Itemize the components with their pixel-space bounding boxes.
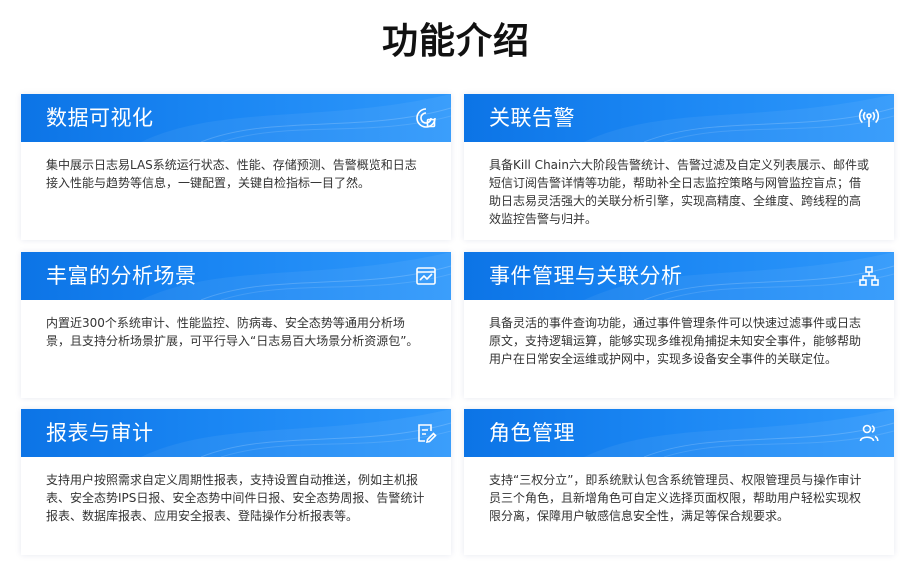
card-title: 数据可视化: [46, 106, 154, 130]
feature-card-data-visualization: 数据可视化 集中展示日志易LAS系统运行状态、性能、存储预测、告警概览和日志接入…: [21, 94, 451, 240]
card-title: 事件管理与关联分析: [489, 264, 683, 288]
feature-card-event-management: 事件管理与关联分析 具备灵活的事件查询功能，通过事件管理条件可以快速过滤事件或日…: [464, 252, 894, 398]
feature-card-analysis-scenarios: 丰富的分析场景 内置近300个系统审计、性能监控、防病毒、安全态势等通用分析场景…: [21, 252, 451, 398]
card-description: 支持用户按照需求自定义周期性报表，支持设置自动推送，例如主机报表、安全态势IPS…: [46, 473, 425, 523]
card-header: 报表与审计: [21, 409, 451, 457]
card-header: 角色管理: [464, 409, 894, 457]
feature-card-reports-audit: 报表与审计 支持用户按照需求自定义周期性报表，支持设置自动推送，例如主机报表、安…: [21, 409, 451, 555]
broadcast-icon: [858, 107, 880, 129]
feature-card-correlated-alerts: 关联告警 具备Kill Chain六大阶段告警统计、告警过滤及自定义列表展示、邮…: [464, 94, 894, 240]
chart-gauge-icon: [415, 107, 437, 129]
users-icon: [858, 422, 880, 444]
card-header: 丰富的分析场景: [21, 252, 451, 300]
feature-card-role-management: 角色管理 支持“三权分立”，即系统默认包含系统管理员、权限管理员与操作审计员三个…: [464, 409, 894, 555]
feature-page: 功能介绍 数据可视化 集中展示日志易LAS系统运行状态、性能、存储预测、告警概览…: [0, 0, 912, 569]
card-header: 关联告警: [464, 94, 894, 142]
card-title: 丰富的分析场景: [46, 264, 197, 288]
card-description: 支持“三权分立”，即系统默认包含系统管理员、权限管理员与操作审计员三个角色，且新…: [489, 473, 862, 523]
card-header: 数据可视化: [21, 94, 451, 142]
card-description: 集中展示日志易LAS系统运行状态、性能、存储预测、告警概览和日志接入性能与趋势等…: [46, 158, 417, 190]
card-description: 内置近300个系统审计、性能监控、防病毒、安全态势等通用分析场景，且支持分析场景…: [46, 316, 419, 348]
card-description: 具备灵活的事件查询功能，通过事件管理条件可以快速过滤事件或日志原文，支持逻辑运算…: [489, 316, 862, 366]
document-edit-icon: [415, 422, 437, 444]
trend-window-icon: [415, 265, 437, 287]
hierarchy-icon: [858, 265, 880, 287]
card-title: 角色管理: [489, 421, 575, 445]
card-header: 事件管理与关联分析: [464, 252, 894, 300]
page-title: 功能介绍: [381, 21, 530, 62]
card-description: 具备Kill Chain六大阶段告警统计、告警过滤及自定义列表展示、邮件或短信订…: [489, 158, 869, 226]
card-title: 报表与审计: [46, 421, 154, 445]
card-title: 关联告警: [489, 106, 575, 130]
